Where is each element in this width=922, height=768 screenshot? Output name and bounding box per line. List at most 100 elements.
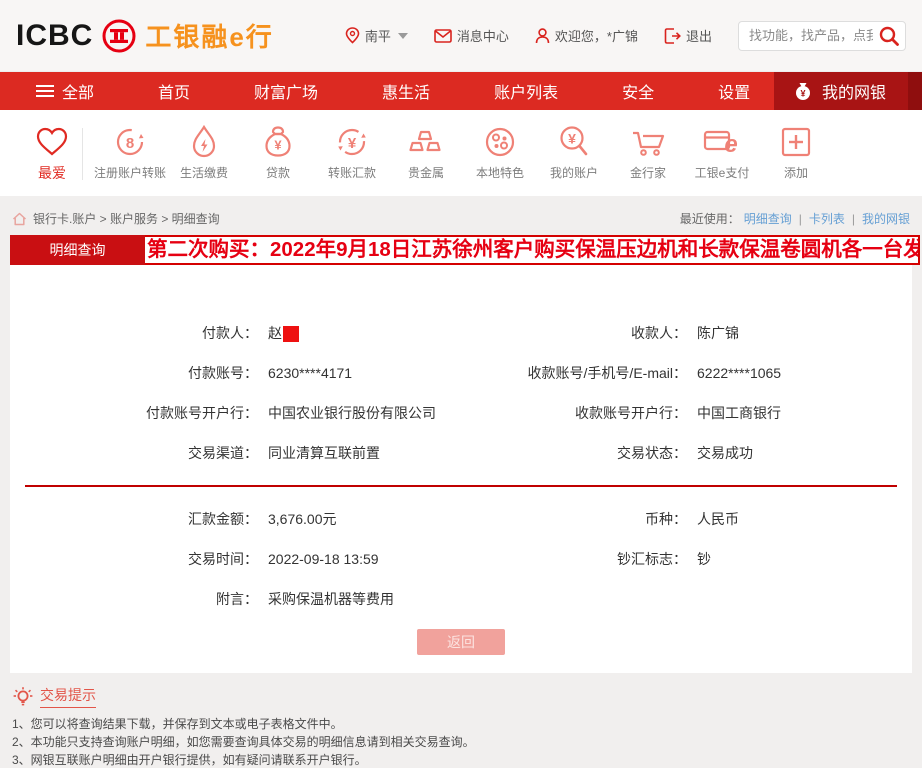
transaction-tips: 交易提示 1、您可以将查询结果下载，并保存到文本或电子表格文件中。 2、本功能只… [12, 685, 910, 768]
nav-item-my-ebank[interactable]: ¥ 我的网银 [773, 72, 908, 110]
payer-bank-value: 中国农业银行股份有限公司 [268, 405, 436, 421]
nav-item-home[interactable]: 首页 [152, 79, 196, 103]
transaction-detail-panel: 付款人： 赵 收款人： 陈广锦 付款账号： 6230****4171 收款账号/… [10, 265, 912, 673]
tip-item: 1、您可以将查询结果下载，并保存到文本或电子表格文件中。 [12, 717, 343, 731]
nav-item-security[interactable]: 安全 [616, 79, 660, 103]
cash-flag-value: 钞 [697, 551, 711, 567]
quickbar-item-transfer-remit[interactable]: ¥ 转账汇款 [315, 122, 389, 181]
quickbar-label: 贵金属 [407, 166, 444, 180]
breadcrumb[interactable]: 银行卡.账户 > 账户服务 > 明细查询 [12, 210, 220, 227]
welcome-user[interactable]: 欢迎您，*广锦 [535, 26, 638, 45]
memo-value: 采购保温机器等费用 [268, 591, 394, 607]
magnifier-yuan-icon: ¥ [556, 122, 592, 162]
detail-row-time-cashflag: 交易时间： 2022-09-18 13:59 钞汇标志： 钞 [10, 539, 912, 579]
nav-item-wealth[interactable]: 财富广场 [248, 79, 324, 103]
nav-item-accounts[interactable]: 账户列表 [488, 79, 564, 103]
quickbar-item-precious-metal[interactable]: 贵金属 [389, 122, 463, 181]
recent-link-card-list[interactable]: 卡列表 [809, 210, 845, 227]
register-transfer-icon: 8 [112, 122, 148, 162]
quickbar-item-register-transfer[interactable]: 8 注册账户转账 [93, 122, 167, 181]
divider: | [851, 211, 855, 226]
svg-text:e: e [724, 131, 737, 158]
heart-icon [35, 122, 69, 162]
quickbar-item-gold-expert[interactable]: 金行家 [611, 122, 685, 181]
quickbar-label: 贷款 [265, 166, 290, 180]
detail-row-account: 付款账号： 6230****4171 收款账号/手机号/E-mail： 6222… [10, 353, 912, 393]
divider: | [798, 211, 802, 226]
divider [82, 128, 83, 180]
quick-access-bar: 最爱 8 注册账户转账 生活缴费 ¥ 贷款 ¥ 转账汇款 贵金属 本地特色 ¥ … [0, 110, 922, 196]
quickbar-item-my-account[interactable]: ¥ 我的账户 [537, 122, 611, 181]
quickbar-item-favorite[interactable]: 最爱 [24, 122, 80, 181]
nav-label: 首页 [158, 85, 191, 102]
chevron-down-icon [397, 32, 408, 39]
envelope-icon [434, 28, 452, 43]
currency-value: 人民币 [697, 511, 739, 527]
time-value: 2022-09-18 13:59 [268, 551, 379, 567]
channel-label: 交易渠道： [188, 445, 258, 461]
quickbar-label: 本地特色 [475, 166, 524, 180]
breadcrumb-path: 银行卡.账户 > 账户服务 > 明细查询 [33, 212, 220, 226]
svg-text:8: 8 [126, 135, 134, 152]
tab-detail-query[interactable]: 明细查询 [10, 235, 145, 265]
quickbar-item-add[interactable]: 添加 [759, 122, 833, 181]
nav-item-life[interactable]: 惠生活 [376, 79, 436, 103]
recent-used: 最近使用： 明细查询 | 卡列表 | 我的网银 [680, 210, 910, 227]
tip-item: 3、网银互联账户明细由开户银行提供，如有疑问请联系开户银行。 [12, 753, 367, 767]
quickbar-label: 转账汇款 [327, 166, 376, 180]
nav-item-all[interactable]: 全部 [30, 79, 100, 103]
search-icon[interactable] [878, 25, 900, 47]
detail-row-memo: 附言： 采购保温机器等费用 [10, 579, 912, 619]
quickbar-item-life-payment[interactable]: 生活缴费 [167, 122, 241, 181]
nav-label: 财富广场 [254, 85, 319, 102]
red-divider [25, 485, 897, 487]
brand-text: 工银融e行 [145, 22, 274, 52]
icbc-logo-text: ICBC [16, 18, 94, 52]
quickbar-label: 最爱 [38, 165, 66, 181]
quickbar-label: 我的账户 [549, 166, 598, 180]
lightbulb-icon [13, 686, 33, 705]
amount-value: 3,676.00元 [268, 511, 337, 527]
message-center-link[interactable]: 消息中心 [434, 26, 509, 45]
svg-text:¥: ¥ [800, 89, 805, 99]
status-value: 交易成功 [697, 445, 753, 461]
logout-label: 退出 [685, 29, 712, 44]
payer-bank-label: 付款账号开户行： [146, 405, 258, 421]
memo-label: 附言： [216, 591, 258, 607]
dots-circle-icon [482, 122, 518, 162]
welcome-label: 欢迎您，*广锦 [554, 29, 638, 44]
recent-link-detail-query[interactable]: 明细查询 [744, 210, 792, 227]
svg-text:¥: ¥ [348, 135, 357, 152]
purchase-annotation: 第二次购买：2022年9月18日江苏徐州客户购买保温压边机和长款保温卷圆机各一台… [145, 235, 920, 265]
recent-link-my-ebank[interactable]: 我的网银 [862, 210, 910, 227]
payer-value: 赵 [268, 323, 299, 343]
quickbar-label: 添加 [783, 166, 808, 180]
back-button[interactable]: 返回 [417, 629, 505, 655]
payer-label: 付款人： [202, 325, 258, 341]
my-ebank-label: 我的网银 [821, 85, 886, 102]
water-drop-icon [186, 122, 222, 162]
nav-item-settings[interactable]: 设置 [712, 79, 756, 103]
payer-account-value: 6230****4171 [268, 365, 353, 381]
channel-value: 同业清算互联前置 [268, 445, 380, 461]
icbc-emblem-icon [102, 19, 136, 52]
epay-card-icon: e [702, 122, 742, 162]
quickbar-item-epay[interactable]: e 工银e支付 [685, 122, 759, 181]
payee-bank-label: 收款账号开户行： [575, 405, 687, 421]
detail-row-amount-currency: 汇款金额： 3,676.00元 币种： 人民币 [10, 499, 912, 539]
quickbar-item-local-specialty[interactable]: 本地特色 [463, 122, 537, 181]
cart-icon [629, 122, 667, 162]
main-nav: 全部 首页 财富广场 惠生活 账户列表 安全 设置 ¥ 我的网银 [0, 72, 922, 110]
svg-text:¥: ¥ [274, 138, 282, 153]
tips-title: 交易提示 [40, 685, 96, 708]
status-label: 交易状态： [617, 445, 687, 461]
detail-row-bank: 付款账号开户行： 中国农业银行股份有限公司 收款账号开户行： 中国工商银行 [10, 393, 912, 433]
location-selector[interactable]: 南平 [345, 26, 408, 45]
detail-row-payer: 付款人： 赵 收款人： 陈广锦 [10, 313, 912, 353]
quickbar-item-loan[interactable]: ¥ 贷款 [241, 122, 315, 181]
logout-button[interactable]: 退出 [664, 26, 712, 45]
payer-account-label: 付款账号： [188, 365, 258, 381]
payee-account-value: 6222****1065 [697, 365, 782, 381]
detail-row-channel-status: 交易渠道： 同业清算互联前置 交易状态： 交易成功 [10, 433, 912, 473]
payee-bank-value: 中国工商银行 [697, 405, 781, 421]
